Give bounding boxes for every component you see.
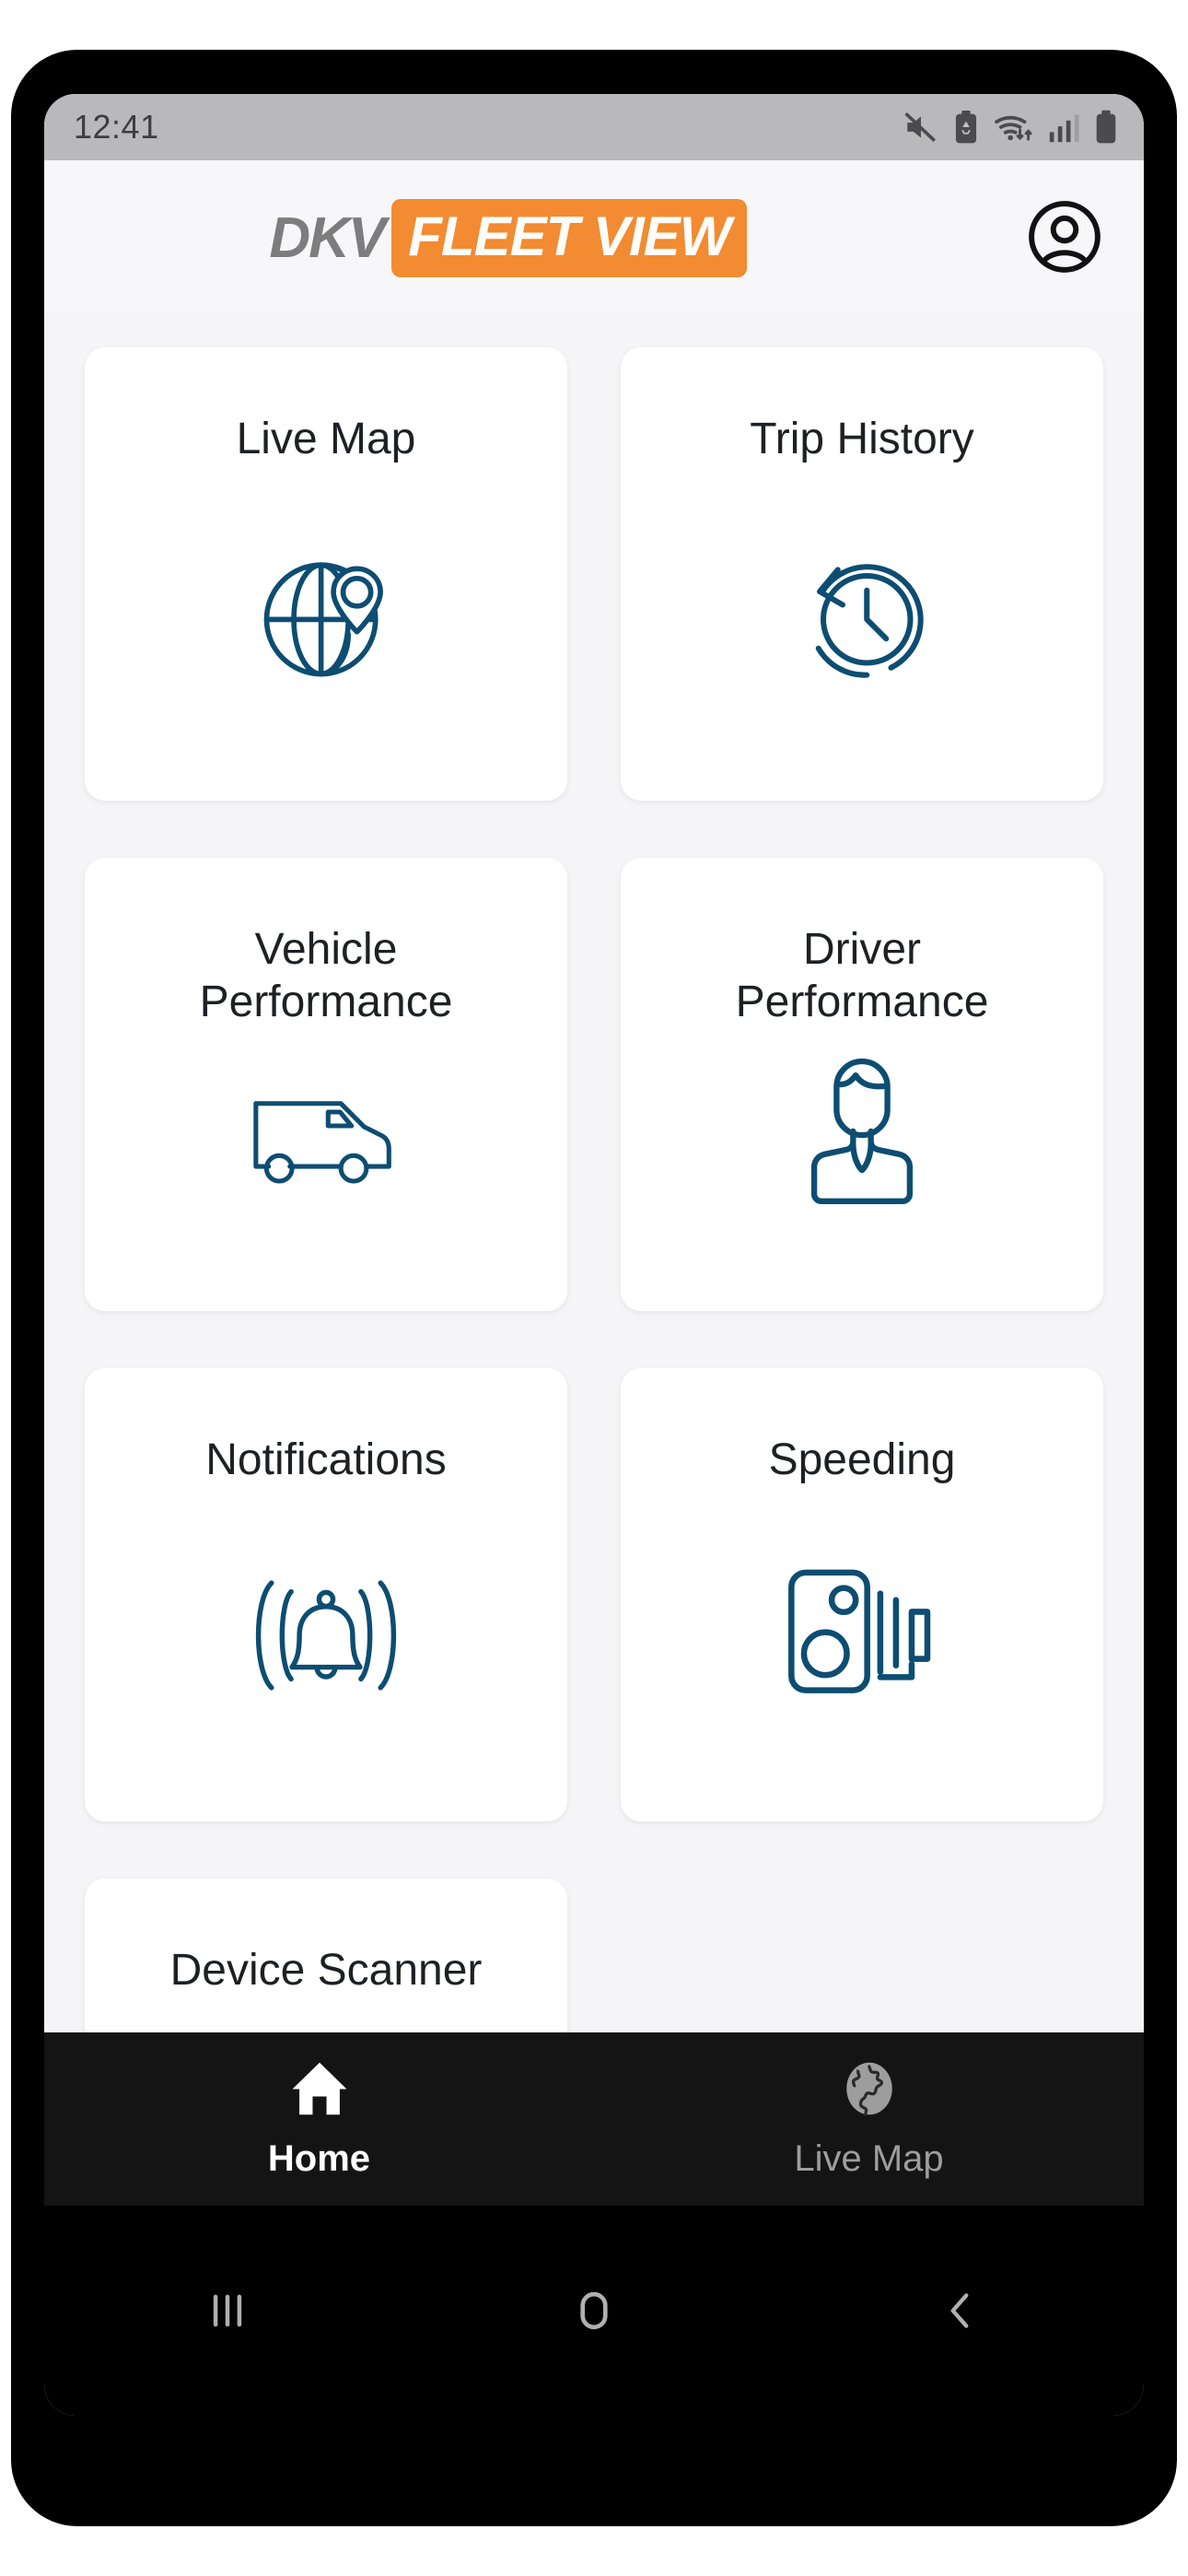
status-bar-clock: 12:41: [74, 108, 159, 146]
tile-speeding-label: Speeding: [768, 1435, 956, 1484]
tile-live-map[interactable]: Live Map: [85, 347, 567, 801]
back-chevron-icon[interactable]: [777, 2286, 1144, 2336]
account-circle-icon[interactable]: [1024, 196, 1105, 277]
van-icon: [243, 1057, 409, 1223]
nav-item-live-map[interactable]: Live Map: [594, 2032, 1144, 2206]
recents-icon[interactable]: [44, 2285, 411, 2336]
status-bar-icons: [903, 110, 1118, 145]
mute-icon: [903, 111, 939, 144]
tile-vehicle-performance-label: Vehicle Performance: [199, 925, 453, 1026]
app-header: DKV FLEET VIEW: [44, 160, 1144, 312]
tile-notifications-label: Notifications: [205, 1435, 447, 1484]
app-logo: DKV FLEET VIEW: [230, 199, 748, 277]
tile-device-scanner-label: Device Scanner: [169, 1946, 483, 1995]
dashboard-tile-grid: Live Map Trip History Vehicle Performanc…: [85, 347, 1103, 2134]
phone-screen: 12:41 DKV FLEET VIEW Live Map Trip Histo…: [44, 94, 1144, 2416]
bottom-navigation-bar: Home Live Map: [44, 2032, 1144, 2206]
nav-item-home-label: Home: [267, 2138, 371, 2179]
dashboard-tile-grid-scroll[interactable]: Live Map Trip History Vehicle Performanc…: [44, 312, 1144, 2134]
nav-item-live-map-label: Live Map: [794, 2138, 944, 2179]
globe-pin-icon: [243, 532, 409, 697]
tile-live-map-label: Live Map: [236, 415, 416, 463]
globe-icon: [839, 2058, 900, 2124]
phone-frame: 12:41 DKV FLEET VIEW Live Map Trip Histo…: [11, 50, 1177, 2526]
logo-badge: FLEET VIEW: [391, 199, 748, 277]
wifi-icon: [993, 110, 1035, 145]
clock-history-icon: [779, 532, 945, 697]
tile-notifications[interactable]: Notifications: [85, 1368, 567, 1821]
nav-item-home[interactable]: Home: [44, 2032, 594, 2206]
speed-camera-icon: [779, 1552, 945, 1718]
tile-driver-performance-label: Driver Performance: [735, 925, 989, 1026]
battery-icon: [1094, 110, 1118, 145]
driver-person-icon: [779, 1042, 945, 1208]
logo-dkv-text: DKV: [269, 206, 386, 270]
logo-fleetview-text: FLEET VIEW: [408, 205, 731, 267]
tile-trip-history-label: Trip History: [750, 415, 974, 463]
battery-saver-icon: [952, 110, 980, 145]
cellular-signal-icon: [1048, 111, 1081, 144]
ringing-bell-icon: [243, 1552, 409, 1718]
tile-vehicle-performance[interactable]: Vehicle Performance: [85, 858, 567, 1311]
android-system-nav: [44, 2206, 1144, 2416]
status-bar: 12:41: [44, 94, 1144, 160]
tile-trip-history[interactable]: Trip History: [621, 347, 1103, 801]
tile-driver-performance[interactable]: Driver Performance: [621, 858, 1103, 1311]
home-icon: [286, 2058, 353, 2124]
tile-speeding[interactable]: Speeding: [621, 1368, 1103, 1821]
home-circle-icon[interactable]: [411, 2284, 777, 2337]
